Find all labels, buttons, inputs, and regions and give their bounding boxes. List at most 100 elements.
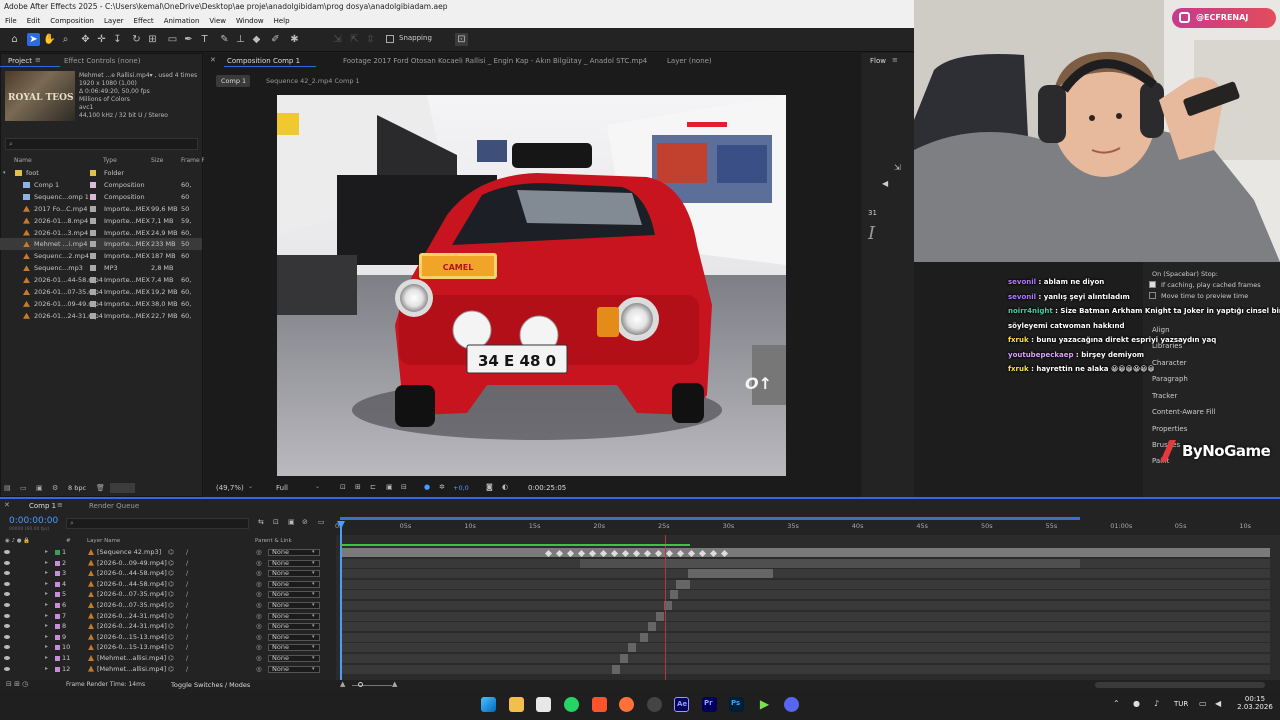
eye-icon[interactable] bbox=[4, 571, 10, 576]
thumbnail-toggle[interactable] bbox=[110, 483, 135, 493]
menu-animation[interactable]: Animation bbox=[164, 17, 200, 25]
panel-character[interactable]: Character bbox=[1152, 359, 1187, 367]
layer-name[interactable]: [2026-0...09-49.mp4] bbox=[97, 558, 167, 569]
layer-label-color[interactable] bbox=[55, 592, 60, 598]
shy-icon[interactable]: ⌬ bbox=[168, 568, 174, 579]
eye-icon[interactable] bbox=[4, 603, 10, 607]
layer-bar[interactable] bbox=[640, 632, 648, 642]
snapshot-icon[interactable]: ◙ bbox=[486, 483, 493, 491]
menu-file[interactable]: File bbox=[5, 17, 17, 25]
project-item[interactable]: Sequenc...2.mp4 Importe...MEX 187 MB 60 bbox=[0, 250, 202, 262]
tab-render-queue[interactable]: Render Queue bbox=[89, 502, 139, 510]
layer-bar[interactable] bbox=[656, 611, 664, 621]
chevron-left-icon[interactable]: ◀ bbox=[882, 179, 888, 188]
tab-composition[interactable]: Composition Comp 1 bbox=[227, 57, 300, 65]
layer-label-color[interactable] bbox=[55, 645, 60, 651]
eye-icon[interactable] bbox=[4, 560, 10, 565]
shy-icon[interactable]: ⌬ bbox=[168, 579, 174, 590]
pick-whip-icon[interactable]: ◎ bbox=[256, 621, 262, 632]
toggle-switches-modes[interactable]: Toggle Switches / Modes bbox=[171, 681, 250, 689]
layer-label-color[interactable] bbox=[55, 656, 60, 661]
bit-depth-label[interactable]: 8 bpc bbox=[68, 484, 86, 492]
layer-row[interactable]: ▸ 9 [2026-0...15-13.mp4] ⌬ / ◎ None ▾ bbox=[0, 632, 334, 643]
label-color[interactable] bbox=[90, 241, 96, 248]
label-color[interactable] bbox=[90, 217, 96, 224]
project-item[interactable]: Comp 1 Composition 60, bbox=[0, 179, 202, 191]
eye-icon[interactable] bbox=[4, 634, 10, 639]
layer-row[interactable]: ▸ 8 [2026-0...24-31.mp4] ⌬ / ◎ None ▾ bbox=[0, 621, 334, 632]
layer-name[interactable]: [2026-0...44-58.mp4] bbox=[97, 579, 167, 590]
quality-icon[interactable]: / bbox=[186, 632, 188, 643]
menu-layer[interactable]: Layer bbox=[104, 17, 124, 25]
layer-label-color[interactable] bbox=[55, 560, 60, 566]
zoom-slider-handle[interactable] bbox=[358, 682, 363, 687]
chevron-right-icon[interactable]: ▸ bbox=[45, 664, 48, 675]
col-type[interactable]: Type bbox=[103, 157, 117, 164]
zoom-in-icon[interactable]: ▲ bbox=[392, 680, 397, 688]
panel-menu-icon[interactable]: ≡ bbox=[57, 501, 63, 509]
composition-viewer[interactable]: CAMEL 34 E 48 0 O↑ bbox=[277, 95, 786, 476]
pick-whip-icon[interactable]: ◎ bbox=[256, 664, 262, 675]
menu-edit[interactable]: Edit bbox=[27, 17, 41, 25]
orbit-camera-icon[interactable]: ✥ bbox=[79, 33, 92, 46]
pick-whip-icon[interactable]: ◎ bbox=[256, 632, 262, 643]
layer-bar[interactable] bbox=[580, 558, 1080, 568]
layer-bar[interactable] bbox=[612, 664, 620, 674]
layer-name[interactable]: [2026-0...07-35.mp4] bbox=[97, 589, 167, 600]
menu-help[interactable]: Help bbox=[274, 17, 290, 25]
project-item[interactable]: Sequenc...mp3 MP3 2,8 MB bbox=[0, 262, 202, 274]
zoom-out-icon[interactable]: ▲ bbox=[340, 680, 345, 688]
pen-tool-icon[interactable]: ✒ bbox=[182, 33, 195, 46]
draft-3d-icon[interactable]: ⊡ bbox=[273, 518, 279, 526]
new-comp-icon[interactable]: ▣ bbox=[36, 484, 43, 492]
project-item[interactable]: 2026-01...8.mp4 Importe...MEX 7,1 MB 59, bbox=[0, 215, 202, 227]
settings-icon[interactable]: ⚙ bbox=[52, 484, 58, 492]
layer-row[interactable]: ▸ 6 [2026-0...07-35.mp4] ⌬ / ◎ None ▾ bbox=[0, 600, 334, 611]
eye-icon[interactable] bbox=[4, 645, 10, 650]
layer-bar[interactable] bbox=[670, 590, 678, 600]
new-folder-icon[interactable]: ▭ bbox=[20, 484, 27, 492]
quality-icon[interactable]: / bbox=[186, 558, 188, 569]
label-color[interactable] bbox=[90, 229, 96, 236]
panel-paragraph[interactable]: Paragraph bbox=[1152, 375, 1188, 383]
subtab-sequence[interactable]: Sequence 42_2.mp4 Comp 1 bbox=[266, 77, 360, 85]
snapping-checkbox[interactable] bbox=[386, 35, 394, 43]
layer-row[interactable]: ▸ 1 [Sequence 42.mp3] ⌬ / ◎ None ▾ bbox=[0, 547, 334, 558]
label-color[interactable] bbox=[90, 289, 96, 295]
tab-project[interactable]: Project bbox=[8, 57, 32, 65]
shy-icon[interactable]: ⌬ bbox=[168, 642, 174, 653]
shy-layers-icon[interactable]: ▣ bbox=[288, 518, 295, 526]
firefox-icon[interactable] bbox=[619, 697, 634, 712]
layer-label-color[interactable] bbox=[55, 571, 60, 577]
chevron-right-icon[interactable]: ▸ bbox=[45, 579, 48, 590]
resolution-dropdown[interactable]: Full bbox=[276, 484, 288, 492]
pick-whip-icon[interactable]: ◎ bbox=[256, 653, 262, 664]
zoom-tool-icon[interactable]: ⌕ bbox=[59, 33, 72, 46]
windows-start-icon[interactable] bbox=[481, 697, 496, 712]
chevron-right-icon[interactable]: ▸ bbox=[45, 558, 48, 569]
layer-bar[interactable] bbox=[676, 579, 690, 589]
pick-whip-icon[interactable]: ◎ bbox=[256, 558, 262, 569]
media-player-icon[interactable]: ▶ bbox=[757, 697, 772, 712]
rectangle-tool-icon[interactable]: ▭ bbox=[166, 33, 179, 46]
clone-stamp-icon[interactable]: ⊥ bbox=[234, 33, 247, 46]
pick-whip-icon[interactable]: ◎ bbox=[256, 568, 262, 579]
project-item[interactable]: 2026-01...44-58.mp4 Importe...MEX 7,4 MB 60… bbox=[0, 274, 202, 286]
close-icon[interactable]: ✕ bbox=[4, 501, 10, 509]
grid-guides-icon[interactable]: ▣ bbox=[386, 483, 393, 491]
layer-label-color[interactable] bbox=[55, 624, 60, 630]
file-explorer-icon[interactable] bbox=[509, 697, 524, 712]
quality-icon[interactable]: / bbox=[186, 611, 188, 622]
chevron-right-icon[interactable]: ▸ bbox=[45, 547, 48, 558]
subtab-comp1[interactable]: Comp 1 bbox=[216, 75, 250, 87]
layer-bar[interactable] bbox=[648, 622, 656, 632]
eye-icon[interactable] bbox=[4, 581, 10, 586]
chevron-up-icon[interactable]: ⌃ bbox=[1113, 699, 1120, 708]
quality-icon[interactable]: / bbox=[186, 547, 188, 558]
panel-menu-icon[interactable]: ≡ bbox=[892, 56, 898, 64]
layer-name[interactable]: [2026-0...24-31.mp4] bbox=[97, 611, 167, 622]
layer-name[interactable]: [2026-0...07-35.mp4] bbox=[97, 600, 167, 611]
tab-footage[interactable]: Footage 2017 Ford Otosan Kocaeli Rallisi… bbox=[343, 57, 647, 65]
layer-label-color[interactable] bbox=[55, 603, 60, 608]
layer-name[interactable]: [Mehmet...allisi.mp4] bbox=[97, 653, 166, 664]
